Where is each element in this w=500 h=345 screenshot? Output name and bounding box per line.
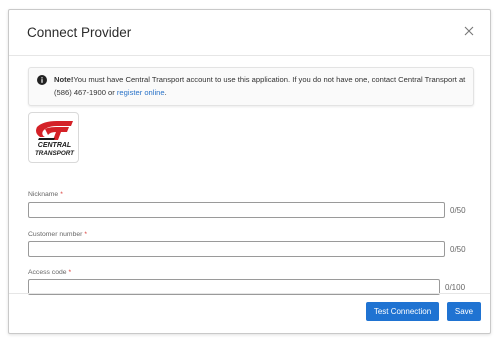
save-button[interactable]: Save bbox=[447, 302, 481, 321]
note-body: You must have Central Transport account … bbox=[54, 75, 466, 97]
nickname-label: Nickname * bbox=[28, 191, 63, 198]
access-code-label-text: Access code bbox=[28, 269, 67, 276]
logo-line1: CENTRAL bbox=[38, 142, 71, 149]
close-button[interactable] bbox=[462, 24, 476, 38]
connect-provider-dialog: Connect Provider Note!You must have Cent… bbox=[8, 9, 491, 334]
note-text: Note!You must have Central Transport acc… bbox=[54, 73, 469, 99]
logo-line2: TRANSPORT bbox=[35, 150, 75, 157]
close-icon bbox=[464, 26, 474, 36]
note-suffix: . bbox=[164, 88, 167, 97]
dialog-header: Connect Provider bbox=[9, 10, 490, 56]
access-code-label: Access code * bbox=[28, 269, 71, 276]
central-transport-logo: CENTRAL TRANSPORT bbox=[35, 121, 75, 157]
access-code-counter: 0/100 bbox=[445, 283, 466, 292]
customer-number-counter: 0/50 bbox=[450, 245, 466, 254]
nickname-input[interactable] bbox=[28, 202, 445, 218]
customer-number-input[interactable] bbox=[28, 241, 445, 257]
dialog-body: Note!You must have Central Transport acc… bbox=[9, 57, 490, 295]
dialog-title: Connect Provider bbox=[27, 25, 132, 40]
required-marker: * bbox=[60, 191, 63, 198]
required-marker: * bbox=[68, 269, 72, 276]
nickname-counter: 0/50 bbox=[450, 206, 466, 215]
nickname-label-text: Nickname bbox=[28, 191, 59, 198]
required-marker: * bbox=[84, 231, 88, 238]
note-banner: Note!You must have Central Transport acc… bbox=[28, 67, 474, 106]
customer-number-label-text: Customer number bbox=[28, 231, 83, 238]
info-icon bbox=[37, 75, 47, 85]
dialog-footer: Test Connection Save bbox=[9, 293, 490, 335]
test-connection-button[interactable]: Test Connection bbox=[366, 302, 439, 321]
provider-logo: CENTRAL TRANSPORT bbox=[28, 112, 79, 163]
register-online-link[interactable]: register online bbox=[117, 88, 165, 97]
note-bold-label: Note! bbox=[54, 75, 74, 84]
customer-number-label: Customer number * bbox=[28, 231, 87, 238]
